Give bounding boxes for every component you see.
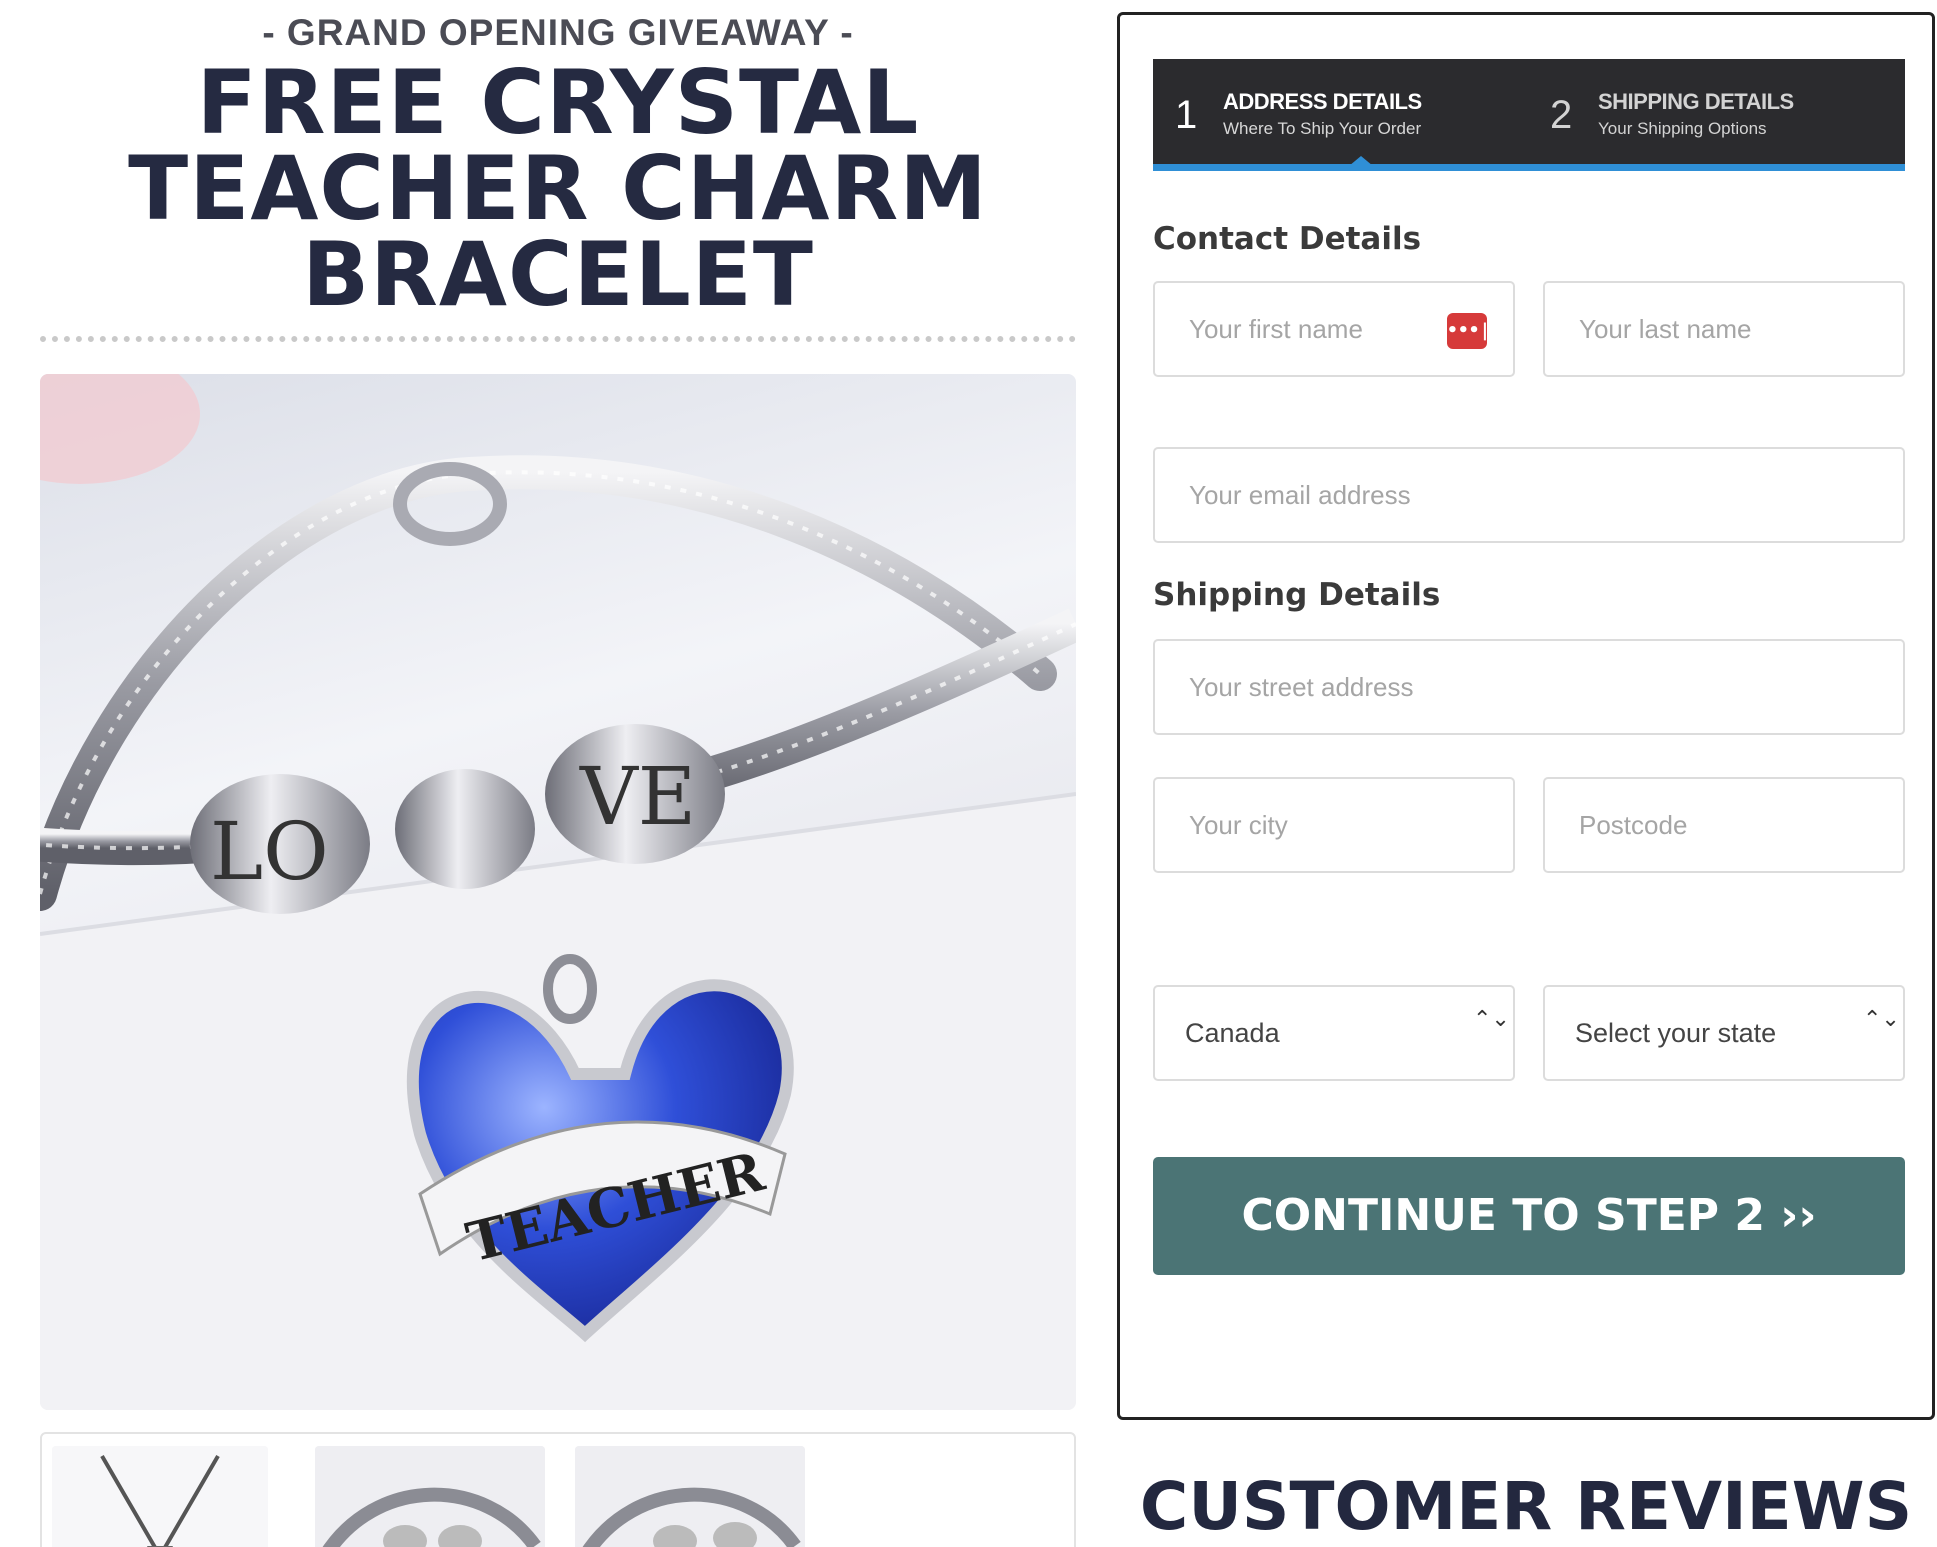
select-arrows-icon: ⌃⌄ <box>1473 1007 1510 1032</box>
page-title: FREE CRYSTAL TEACHER CHARM BRACELET <box>40 51 1076 326</box>
title-line: BRACELET <box>302 223 814 326</box>
title-line: FREE CRYSTAL <box>196 51 920 154</box>
step-number: 1 <box>1175 93 1198 137</box>
street-address-field <box>1153 639 1905 735</box>
bracelet-illustration: LO VE TEACHER <box>40 374 1076 1410</box>
step-subtitle: Where To Ship Your Order <box>1223 119 1422 138</box>
email-field <box>1153 447 1905 543</box>
thumbnail-image[interactable] <box>575 1446 805 1547</box>
necklace-thumbnail-icon <box>52 1446 268 1547</box>
select-arrows-icon: ⌃⌄ <box>1863 1007 1900 1032</box>
thumbnail-image[interactable] <box>52 1446 268 1547</box>
bead-right: VE <box>545 724 725 864</box>
step-title: SHIPPING DETAILS <box>1598 89 1794 114</box>
postcode-field <box>1543 777 1905 873</box>
bracelet-thumbnail-icon <box>575 1446 805 1547</box>
continue-to-step-2-button[interactable]: CONTINUE TO STEP 2 ›› <box>1153 1157 1905 1275</box>
customer-reviews-heading: CUSTOMER REVIEWS <box>1139 1468 1913 1545</box>
password-manager-icon[interactable]: •••| <box>1447 313 1490 349</box>
city-field <box>1153 777 1515 873</box>
bracelet-thumbnail-icon <box>315 1446 545 1547</box>
city-input[interactable] <box>1155 779 1513 871</box>
product-main-image[interactable]: LO VE TEACHER <box>40 374 1076 1410</box>
thumbnail-image[interactable] <box>315 1446 545 1547</box>
last-name-input[interactable] <box>1545 283 1903 375</box>
divider <box>40 336 1076 342</box>
order-form-card: 1 ADDRESS DETAILS Where To Ship Your Ord… <box>1117 12 1935 1420</box>
checkout-steps: 1 ADDRESS DETAILS Where To Ship Your Ord… <box>1153 59 1905 171</box>
thumbnail-gallery <box>40 1432 1076 1547</box>
bead-center <box>395 769 535 889</box>
title-line: TEACHER CHARM <box>128 137 988 240</box>
street-address-input[interactable] <box>1155 641 1903 733</box>
giveaway-kicker: - GRAND OPENING GIVEAWAY - <box>262 12 854 53</box>
country-selected-value: Canada <box>1185 1018 1280 1048</box>
bead-left: LO <box>190 774 370 914</box>
bead-left-text: LO <box>210 805 329 898</box>
step-number: 2 <box>1550 93 1573 137</box>
shipping-details-heading: Shipping Details <box>1153 577 1441 613</box>
active-step-indicator <box>1349 156 1373 166</box>
state-selected-value: Select your state <box>1575 1018 1777 1048</box>
contact-details-heading: Contact Details <box>1153 221 1422 257</box>
bead-right-text: VE <box>579 750 696 843</box>
first-name-field: •••| <box>1153 281 1515 377</box>
postcode-input[interactable] <box>1545 779 1903 871</box>
state-select[interactable]: Select your state ⌃⌄ <box>1543 985 1905 1081</box>
step-subtitle: Your Shipping Options <box>1598 119 1767 138</box>
country-select[interactable]: Canada ⌃⌄ <box>1153 985 1515 1081</box>
email-input[interactable] <box>1155 449 1903 541</box>
step-title: ADDRESS DETAILS <box>1223 89 1422 114</box>
last-name-field <box>1543 281 1905 377</box>
